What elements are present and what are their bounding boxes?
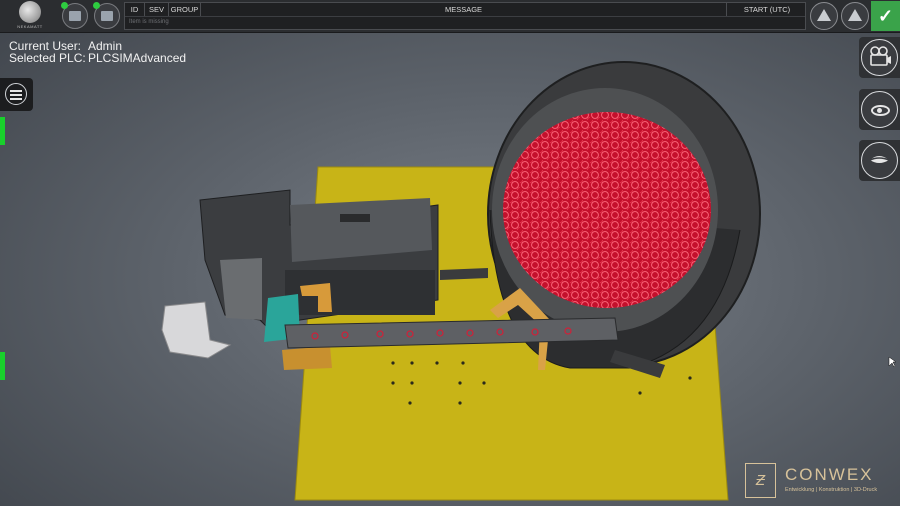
brand-watermark: Ƶ CONWEX Entwicklung | Konstruktion | 3D… <box>745 463 895 501</box>
eye-closed-icon <box>869 156 890 163</box>
logo-text: NEKAMATT <box>17 24 43 29</box>
online-indicator-icon <box>61 2 68 9</box>
brand-logo-icon: Ƶ <box>745 463 776 498</box>
main-menu-button[interactable] <box>0 78 33 111</box>
col-start-utc[interactable]: START (UTC) <box>727 3 807 16</box>
mouse-cursor <box>888 356 897 368</box>
3d-viewport[interactable] <box>0 0 900 506</box>
top-bar: NEKAMATT ID SEV GROUP MESSAGE START (UTC… <box>0 0 900 33</box>
hmi-device-icon <box>101 11 113 21</box>
white-fixture <box>161 301 232 359</box>
alarm-acknowledge-button[interactable] <box>841 2 869 30</box>
online-indicator-icon <box>93 2 100 9</box>
alarm-table-header: ID SEV GROUP MESSAGE START (UTC) <box>125 3 805 17</box>
alarm-warning-button[interactable] <box>810 2 838 30</box>
logo-emblem-icon <box>19 1 41 23</box>
col-id[interactable]: ID <box>125 3 145 16</box>
col-sev[interactable]: SEV <box>145 3 169 16</box>
alarm-table[interactable]: ID SEV GROUP MESSAGE START (UTC) Item is… <box>124 2 806 30</box>
system-ok-button[interactable]: ✓ <box>871 1 900 31</box>
plc-device-icon <box>69 11 81 21</box>
o-ring-pile <box>503 112 711 308</box>
eye-icon <box>871 105 890 116</box>
col-group[interactable]: GROUP <box>169 3 201 16</box>
camera-view-button[interactable] <box>859 37 900 78</box>
status-indicator-top <box>0 117 5 145</box>
selected-plc-row: Selected PLC: PLCSIMAdvanced <box>9 51 186 65</box>
hide-view-button[interactable] <box>859 140 900 181</box>
warning-list-icon <box>817 9 831 21</box>
selected-plc-value: PLCSIMAdvanced <box>88 51 187 65</box>
acknowledge-icon <box>848 9 862 21</box>
plc-status-button[interactable] <box>61 2 88 29</box>
menu-icon <box>5 83 27 105</box>
brand-tagline: Entwicklung | Konstruktion | 3D-Druck <box>785 487 878 493</box>
hmi-status-button[interactable] <box>93 2 120 29</box>
checkmark-icon: ✓ <box>877 6 894 26</box>
selected-plc-label: Selected PLC: <box>9 51 86 65</box>
company-logo: NEKAMATT <box>8 1 52 31</box>
brand-name: CONWEX <box>785 465 874 484</box>
show-view-button[interactable] <box>859 89 900 130</box>
alarm-empty-text: Item is missing <box>129 19 169 25</box>
col-message[interactable]: MESSAGE <box>201 3 727 16</box>
film-camera-icon <box>870 46 891 66</box>
status-indicator-bottom <box>0 352 5 380</box>
